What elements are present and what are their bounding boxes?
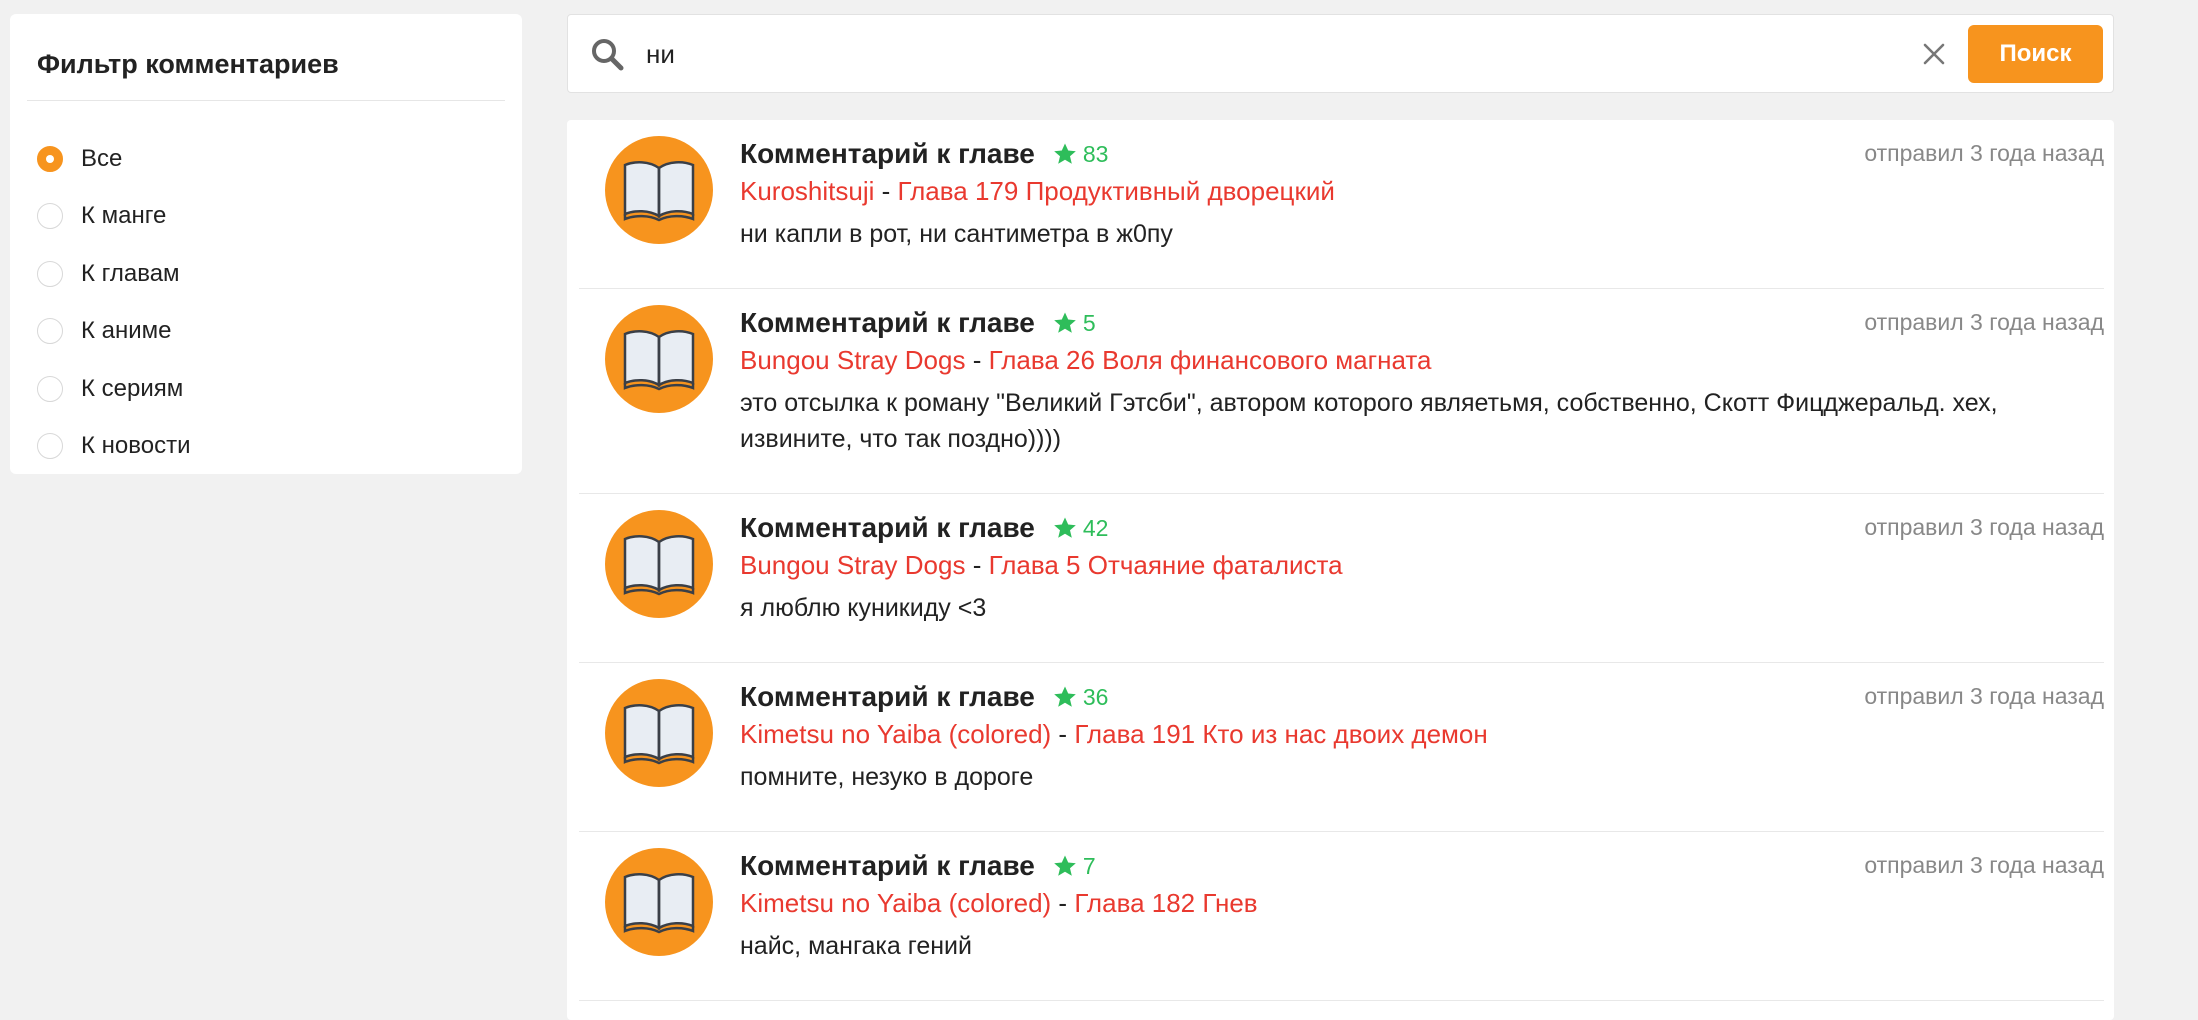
- comment-type: Комментарий к главе: [740, 307, 1035, 338]
- comment-text: помните, незуко в дороге: [740, 763, 1034, 791]
- comment-body: Комментарий к главе 83 отправил 3 года н…: [740, 136, 2104, 252]
- manga-link[interactable]: Bungou Stray Dogs: [740, 345, 965, 375]
- close-icon[interactable]: [1920, 40, 1948, 68]
- separator: -: [965, 345, 989, 375]
- posted-time: отправил 3 года назад: [1864, 852, 2104, 878]
- rating-value: 7: [1082, 852, 1096, 879]
- separator: -: [874, 176, 898, 206]
- star-icon: [1054, 143, 1076, 164]
- radio-button[interactable]: [37, 203, 63, 230]
- rating-value: 83: [1082, 140, 1109, 167]
- posted-time: отправил 3 года назад: [1864, 140, 2104, 166]
- comment-text: я люблю куникиду <3: [740, 594, 987, 622]
- star-icon: [1054, 855, 1076, 876]
- comment-body: Комментарий к главе 36 отправил 3 года н…: [740, 679, 2104, 795]
- radio-button[interactable]: [37, 260, 63, 287]
- filter-title: Фильтр комментариев: [27, 36, 505, 101]
- radio-button[interactable]: [37, 433, 63, 460]
- posted-time: отправил 3 года назад: [1864, 514, 2104, 540]
- filter-option-episodes[interactable]: К сериям: [27, 360, 505, 418]
- filter-option-label: Все: [81, 144, 123, 172]
- filter-option-label: К сериям: [81, 374, 184, 402]
- chapter-link[interactable]: Глава 182 Гнев: [1074, 888, 1257, 918]
- search-button[interactable]: Поиск: [1968, 25, 2103, 83]
- comment-item: Комментарий к главе 83 отправил 3 года н…: [579, 120, 2104, 289]
- search-input[interactable]: [646, 29, 1866, 79]
- manga-link[interactable]: Kimetsu no Yaiba (colored): [740, 888, 1051, 918]
- comment-type: Комментарий к главе: [740, 138, 1035, 169]
- rating: 36: [1053, 683, 1109, 711]
- rating: 42: [1053, 514, 1109, 542]
- comment-source: Kimetsu no Yaiba (colored) - Глава 182 Г…: [740, 886, 2104, 920]
- chapter-link[interactable]: Глава 191 Кто из нас двоих демон: [1074, 719, 1487, 749]
- filter-option-label: К аниме: [81, 317, 172, 345]
- separator: -: [1051, 719, 1075, 749]
- chapter-link[interactable]: Глава 26 Воля финансового магната: [989, 345, 1432, 375]
- radio-button-checked[interactable]: [37, 145, 63, 172]
- open-book-icon[interactable]: [605, 305, 713, 413]
- search-bar: Поиск: [567, 14, 2114, 93]
- posted-time: отправил 3 года назад: [1864, 683, 2104, 709]
- open-book-icon[interactable]: [605, 136, 713, 244]
- star-icon: [1054, 517, 1076, 538]
- comment-item: Комментарий к главе 5 отправил 3 года на…: [579, 289, 2104, 494]
- comment-body: Комментарий к главе 42 отправил 3 года н…: [740, 510, 2104, 626]
- manga-link[interactable]: Kuroshitsuji: [740, 176, 874, 206]
- star-icon: [1054, 686, 1076, 707]
- star-icon: [1054, 312, 1076, 333]
- manga-link[interactable]: Kimetsu no Yaiba (colored): [740, 719, 1051, 749]
- comment-text: ни капли в рот, ни сантиметра в ж0пу: [740, 220, 1173, 248]
- filter-option-news[interactable]: К новости: [27, 418, 505, 476]
- comment-body: Комментарий к главе 5 отправил 3 года на…: [740, 305, 2104, 457]
- rating-value: 36: [1082, 683, 1109, 710]
- rating-value: 5: [1082, 309, 1096, 336]
- manga-link[interactable]: Bungou Stray Dogs: [740, 550, 965, 580]
- posted-time: отправил 3 года назад: [1864, 309, 2104, 335]
- search-icon: [592, 39, 624, 71]
- comment-source: Bungou Stray Dogs - Глава 26 Воля финанс…: [740, 343, 2104, 377]
- rating: 83: [1053, 140, 1109, 168]
- comment-item: Комментарий к главе 42 отправил 3 года н…: [579, 494, 2104, 663]
- comment-body: Комментарий к главе 7 отправил 3 года на…: [740, 848, 2104, 964]
- separator: -: [965, 550, 989, 580]
- filter-option-all[interactable]: Все: [27, 130, 505, 188]
- chapter-link[interactable]: Глава 5 Отчаяние фаталиста: [989, 550, 1343, 580]
- comment-source: Bungou Stray Dogs - Глава 5 Отчаяние фат…: [740, 548, 2104, 582]
- filter-option-anime[interactable]: К аниме: [27, 303, 505, 361]
- filter-option-chapters[interactable]: К главам: [27, 245, 505, 303]
- comment-text: найс, мангака гений: [740, 932, 972, 960]
- radio-button[interactable]: [37, 318, 63, 345]
- filter-option-label: К новости: [81, 432, 191, 460]
- comment-item: Комментарий к главе 7 отправил 3 года на…: [579, 832, 2104, 1001]
- filter-option-label: К главам: [81, 259, 180, 287]
- comment-item: Комментарий к главе 36 отправил 3 года н…: [579, 663, 2104, 832]
- rating: 7: [1053, 853, 1096, 880]
- rating: 5: [1053, 310, 1096, 337]
- chapter-link[interactable]: Глава 179 Продуктивный дворецкий: [898, 176, 1335, 206]
- separator: -: [1051, 888, 1075, 918]
- comment-source: Kimetsu no Yaiba (colored) - Глава 191 К…: [740, 717, 2104, 751]
- comment-type: Комментарий к главе: [740, 512, 1035, 543]
- open-book-icon[interactable]: [605, 510, 713, 618]
- comment-type: Комментарий к главе: [740, 681, 1035, 712]
- comments-list: Комментарий к главе 83 отправил 3 года н…: [567, 120, 2114, 1020]
- filter-option-label: К манге: [81, 202, 167, 230]
- radio-button[interactable]: [37, 375, 63, 402]
- filter-option-manga[interactable]: К манге: [27, 188, 505, 246]
- rating-value: 42: [1082, 514, 1109, 541]
- filter-options: Все К манге К главам К аниме К сериям К …: [27, 130, 505, 475]
- comment-filter-panel: Фильтр комментариев Все К манге К главам…: [10, 14, 522, 474]
- open-book-icon[interactable]: [605, 679, 713, 787]
- comment-text: это отсылка к роману "Великий Гэтсби", а…: [740, 389, 1998, 453]
- comment-source: Kuroshitsuji - Глава 179 Продуктивный дв…: [740, 174, 2104, 208]
- open-book-icon[interactable]: [605, 848, 713, 956]
- comment-type: Комментарий к главе: [740, 850, 1035, 881]
